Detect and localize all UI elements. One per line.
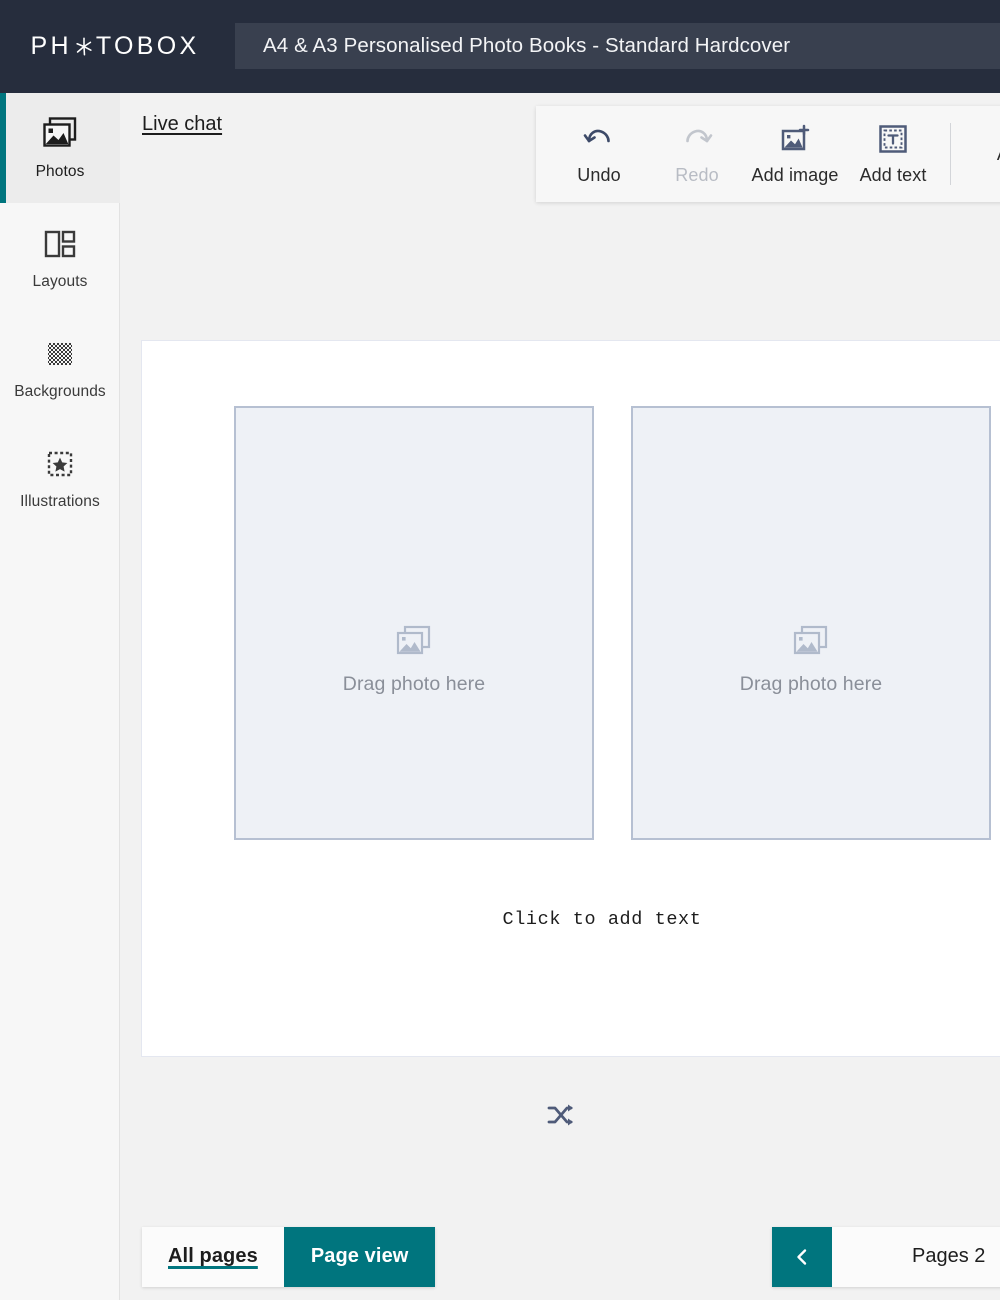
sidebar-item-photos[interactable]: Photos (0, 93, 120, 203)
sidebar-item-illustrations[interactable]: Illustrations (0, 423, 120, 533)
app-header: PH TOBOX A4 & A3 Personalised Photo Books… (0, 0, 1000, 93)
logo[interactable]: PH TOBOX (0, 0, 230, 93)
pager: Pages 2 (772, 1227, 1000, 1287)
photo-slot-content: Drag photo here (740, 621, 882, 696)
project-title-panel: A4 & A3 Personalised Photo Books - Stand… (235, 23, 1000, 69)
add-text-button[interactable]: Add text (844, 106, 942, 202)
photo-slot[interactable]: Drag photo here (631, 406, 991, 840)
undo-button[interactable]: Undo (550, 106, 648, 202)
workspace: Live chat Undo Red (121, 93, 1000, 1213)
page-canvas[interactable]: Drag photo here Drag photo here (141, 340, 1000, 1057)
photobox-editor: PH TOBOX A4 & A3 Personalised Photo Books… (0, 0, 1000, 1300)
chevron-left-icon (793, 1248, 811, 1266)
toolbar-overflow-button[interactable]: Ad (959, 106, 1000, 202)
view-mode-toggle: All pages Page view (142, 1227, 435, 1287)
redo-label: Redo (675, 165, 718, 186)
logo-wordmark: PH TOBOX (31, 32, 200, 61)
starburst-icon (73, 34, 95, 59)
photo-slot[interactable]: Drag photo here (234, 406, 594, 840)
page-indicator: Pages 2 (832, 1227, 1000, 1287)
undo-icon (582, 122, 616, 156)
shuffle-button[interactable] (539, 1093, 583, 1137)
sidebar-item-backgrounds[interactable]: Backgrounds (0, 313, 120, 423)
toolbar-divider (950, 123, 951, 185)
add-image-button[interactable]: Add image (746, 106, 844, 202)
photo-slot-content: Drag photo here (343, 621, 485, 696)
sidebar: Photos Layouts (0, 93, 120, 1300)
layouts-icon (41, 225, 79, 263)
sidebar-item-label: Illustrations (20, 493, 100, 511)
redo-button[interactable]: Redo (648, 106, 746, 202)
add-image-label: Add image (752, 165, 839, 186)
shuffle-icon (545, 1099, 577, 1131)
sidebar-item-label: Layouts (33, 273, 88, 291)
logo-text-before: PH (31, 32, 72, 61)
page-title: A4 & A3 Personalised Photo Books - Stand… (263, 34, 790, 58)
bottom-bar: All pages Page view Pages 2 (121, 1213, 1000, 1300)
logo-text-after: TOBOX (96, 32, 200, 61)
add-text-label: Add text (860, 165, 927, 186)
sidebar-item-layouts[interactable]: Layouts (0, 203, 120, 313)
backgrounds-icon (41, 335, 79, 373)
image-placeholder-icon (393, 621, 435, 663)
live-chat-link[interactable]: Live chat (142, 113, 222, 136)
photos-icon (41, 115, 79, 153)
photo-slot-label: Drag photo here (343, 673, 485, 696)
previous-page-button[interactable] (772, 1227, 832, 1287)
add-image-icon (778, 122, 812, 156)
sidebar-item-label: Photos (36, 163, 85, 181)
sidebar-item-label: Backgrounds (14, 383, 106, 401)
all-pages-tab[interactable]: All pages (142, 1227, 284, 1287)
page-view-label: Page view (311, 1245, 409, 1268)
undo-label: Undo (577, 165, 620, 186)
page-view-tab[interactable]: Page view (284, 1227, 436, 1287)
shuffle-row (121, 1093, 1000, 1137)
redo-icon (680, 122, 714, 156)
editor-toolbar: Undo Redo (536, 106, 1000, 202)
image-placeholder-icon (790, 621, 832, 663)
photo-slot-label: Drag photo here (740, 673, 882, 696)
add-text-icon (876, 122, 910, 156)
text-placeholder[interactable]: Click to add text (142, 909, 1000, 930)
all-pages-label: All pages (168, 1245, 258, 1268)
illustrations-icon (41, 445, 79, 483)
